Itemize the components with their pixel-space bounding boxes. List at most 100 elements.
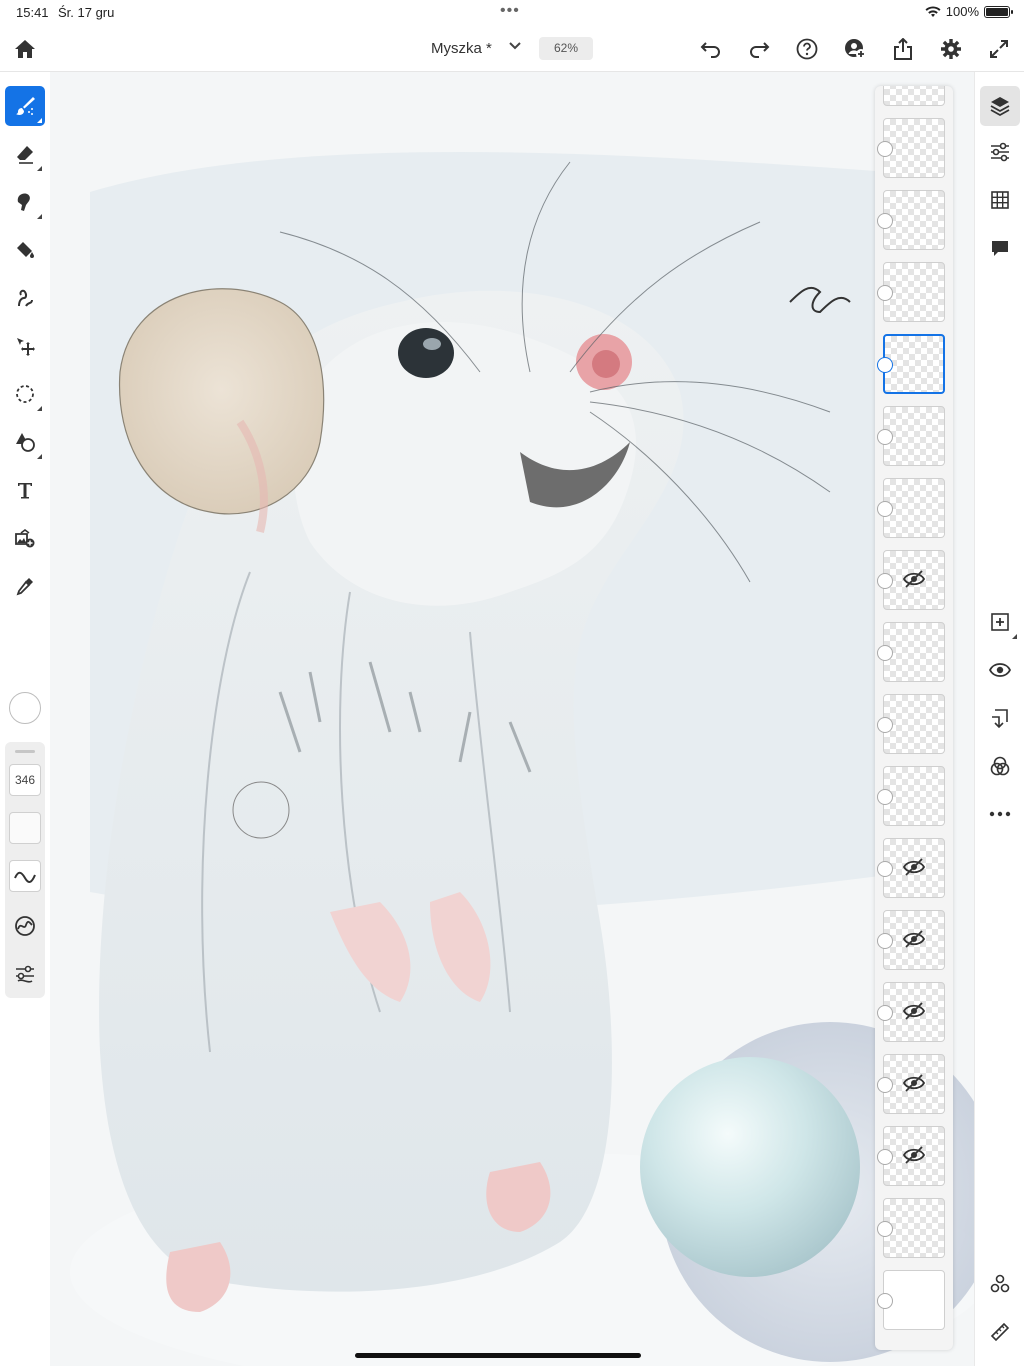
layer-badge [877, 1149, 893, 1165]
layer-properties-button[interactable] [980, 132, 1020, 172]
grid-button[interactable] [980, 180, 1020, 220]
invite-button[interactable] [842, 36, 868, 62]
layer-badge [877, 573, 893, 589]
tool-shapes[interactable] [5, 422, 45, 462]
more-icon [989, 811, 1011, 817]
share-button[interactable] [890, 36, 916, 62]
zoom-level[interactable]: 62% [539, 37, 593, 60]
tool-selection[interactable] [5, 374, 45, 414]
eye-off-icon [902, 1146, 926, 1164]
help-button[interactable] [794, 36, 820, 62]
layer-visibility-button[interactable] [980, 650, 1020, 690]
title-menu-button[interactable] [508, 38, 522, 57]
expand-icon [990, 40, 1008, 58]
pressure-button[interactable] [9, 910, 41, 942]
add-image-icon [15, 529, 35, 548]
drawing-canvas[interactable] [50, 72, 974, 1366]
wave-icon [14, 871, 36, 883]
layer-badge [877, 141, 893, 157]
layer-badge [877, 861, 893, 877]
blend-icon [990, 756, 1010, 776]
eye-off-icon [902, 1074, 926, 1092]
brush-size-value[interactable]: 346 [9, 764, 41, 796]
color-picker-button[interactable] [9, 692, 41, 724]
layers-icon [990, 97, 1010, 117]
brush-opacity-button[interactable] [9, 812, 41, 844]
plugins-button[interactable] [980, 1264, 1020, 1304]
tool-fill[interactable] [5, 230, 45, 270]
gear-icon [941, 39, 961, 59]
liquify-icon [18, 289, 33, 307]
tool-liquify[interactable] [5, 278, 45, 318]
fullscreen-button[interactable] [986, 36, 1012, 62]
layer-badge [877, 501, 893, 517]
ruler-button[interactable] [980, 1312, 1020, 1352]
tool-transform[interactable] [5, 326, 45, 366]
layer-badge [877, 645, 893, 661]
settings-button[interactable] [938, 36, 964, 62]
tool-eyedropper[interactable] [5, 566, 45, 606]
eye-off-icon [902, 570, 926, 588]
artwork [50, 72, 974, 1366]
layer-badge [877, 357, 893, 373]
layer-badge [877, 789, 893, 805]
layer-badge [877, 1221, 893, 1237]
brush-smoothing-button[interactable] [9, 860, 41, 892]
layer-badge [877, 429, 893, 445]
comments-button[interactable] [980, 228, 1020, 268]
add-layer-icon [991, 613, 1009, 631]
tool-smudge[interactable] [5, 182, 45, 222]
grid-icon [991, 191, 1009, 209]
status-right: 100% [925, 4, 1013, 19]
brush-icon [16, 97, 35, 115]
share-icon [894, 38, 912, 60]
ruler-icon [990, 1322, 1010, 1342]
multitasking-dots[interactable]: ••• [500, 2, 520, 20]
lasso-icon [16, 385, 34, 403]
tool-text[interactable] [5, 470, 45, 510]
tool-eraser[interactable] [5, 134, 45, 174]
status-bar: 15:41 Śr. 17 gru ••• 100% [0, 0, 1024, 26]
redo-button[interactable] [746, 36, 772, 62]
layer-badge [877, 285, 893, 301]
layer-thumbnail[interactable] [883, 86, 945, 106]
wifi-icon [925, 5, 941, 17]
blend-mode-button[interactable] [980, 746, 1020, 786]
sliders-icon [991, 142, 1009, 162]
layers-toggle-button[interactable] [980, 86, 1020, 126]
home-button[interactable] [12, 36, 38, 62]
top-toolbar: Myszka * 62% [0, 26, 1024, 72]
plugins-icon [990, 1274, 1010, 1293]
text-icon [18, 483, 32, 499]
chevron-down-icon [509, 42, 521, 50]
more-options-button[interactable] [980, 794, 1020, 834]
layer-badge [877, 1293, 893, 1309]
tool-place-image[interactable] [5, 518, 45, 558]
layer-badge [877, 1077, 893, 1093]
brush-options-button[interactable] [9, 958, 41, 990]
home-indicator[interactable] [355, 1353, 641, 1358]
add-person-icon [845, 39, 866, 59]
document-title[interactable]: Myszka * [431, 40, 492, 57]
add-layer-button[interactable] [980, 602, 1020, 642]
eye-off-icon [902, 930, 926, 948]
shapes-icon [16, 433, 35, 452]
panel-grip[interactable] [15, 750, 35, 753]
layer-badge [877, 933, 893, 949]
eye-icon [989, 663, 1011, 677]
battery-percent: 100% [945, 4, 979, 19]
sliders-icon [16, 965, 34, 983]
undo-button[interactable] [698, 36, 724, 62]
undo-icon [700, 42, 720, 58]
eraser-icon [17, 146, 33, 164]
home-icon [15, 40, 35, 58]
merge-layer-button[interactable] [980, 698, 1020, 738]
right-toolbar [974, 72, 1024, 1366]
layers-panel [875, 86, 953, 1350]
move-icon [17, 338, 35, 356]
layer-badge [877, 1005, 893, 1021]
tool-brush[interactable] [5, 86, 45, 126]
layer-badge [877, 213, 893, 229]
battery-icon [984, 5, 1013, 18]
merge-down-icon [992, 709, 1008, 729]
